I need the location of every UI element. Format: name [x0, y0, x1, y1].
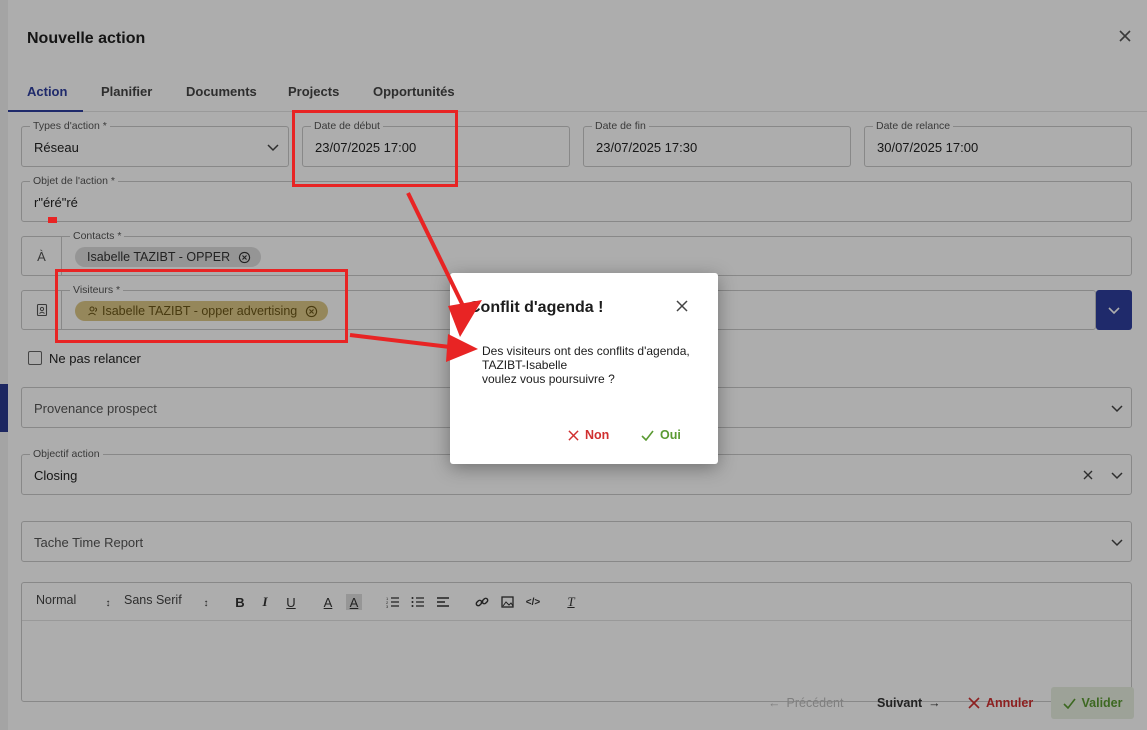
- check-icon: [641, 430, 654, 441]
- conflict-dialog: Conflit d'agenda ! Des visiteurs ont des…: [450, 273, 718, 464]
- oui-label: Oui: [660, 428, 681, 442]
- annotation-box-visitors: [55, 269, 348, 343]
- dialog-message-line: voulez vous poursuivre ?: [482, 372, 615, 386]
- annotation-marker: [48, 217, 57, 223]
- dialog-title: Conflit d'agenda !: [469, 299, 604, 316]
- non-button[interactable]: Non: [568, 428, 609, 442]
- dialog-message-line: Des visiteurs ont des conflits d'agenda,: [482, 344, 690, 358]
- dialog-message: Des visiteurs ont des conflits d'agenda,…: [482, 344, 690, 386]
- non-label: Non: [585, 428, 610, 442]
- annotation-box-date: [292, 110, 458, 187]
- close-icon: [568, 429, 579, 441]
- dialog-message-line: TAZIBT-Isabelle: [482, 358, 568, 372]
- oui-button[interactable]: Oui: [641, 428, 681, 442]
- close-icon[interactable]: [676, 299, 690, 313]
